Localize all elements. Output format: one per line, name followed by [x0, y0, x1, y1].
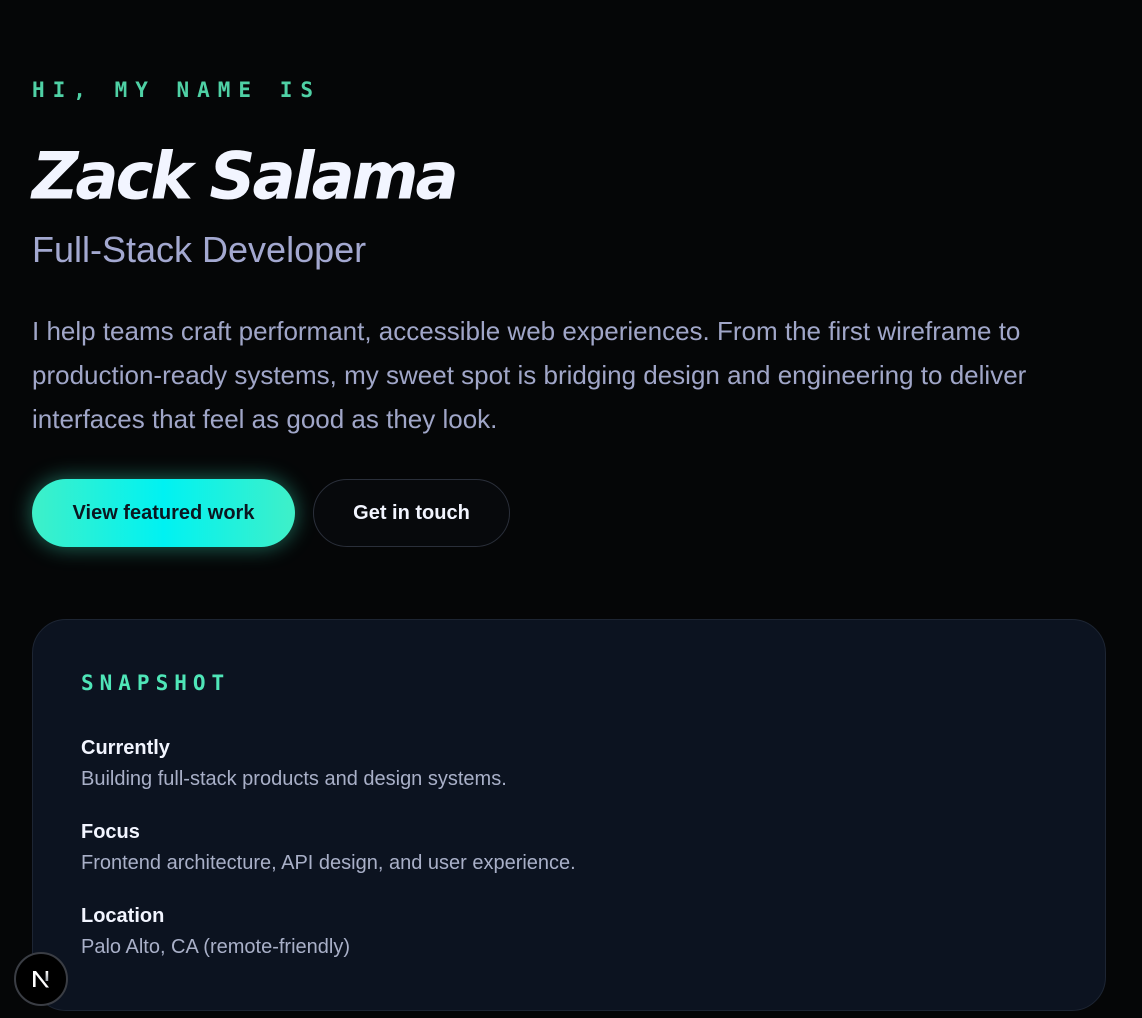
snapshot-item-location: Location Palo Alto, CA (remote-friendly) — [81, 905, 350, 959]
snapshot-item-currently: Currently Building full-stack products a… — [81, 737, 507, 791]
snapshot-item-focus: Focus Frontend architecture, API design,… — [81, 821, 576, 875]
snapshot-item-label: Currently — [81, 737, 170, 759]
snapshot-item-value: Palo Alto, CA (remote-friendly) — [81, 936, 350, 958]
snapshot-item-value: Frontend architecture, API design, and u… — [81, 852, 576, 874]
nextjs-dev-badge[interactable] — [14, 952, 68, 1006]
hero-role: Full-Stack Developer — [32, 229, 367, 270]
snapshot-item-label: Location — [81, 905, 165, 927]
view-featured-work-button[interactable]: View featured work — [32, 479, 295, 547]
snapshot-item-label: Focus — [81, 821, 140, 843]
snapshot-item-value: Building full-stack products and design … — [81, 768, 507, 790]
snapshot-card: SNAPSHOT Currently Building full-stack p… — [32, 619, 1106, 1011]
hero-eyebrow: HI, MY NAME IS — [32, 78, 322, 102]
nextjs-logo-icon — [33, 971, 49, 988]
get-in-touch-button[interactable]: Get in touch — [313, 479, 510, 547]
snapshot-title: SNAPSHOT — [81, 671, 231, 695]
hero-bio: I help teams craft performant, accessibl… — [32, 316, 1027, 434]
hero-name: Zack Salama — [32, 139, 459, 215]
